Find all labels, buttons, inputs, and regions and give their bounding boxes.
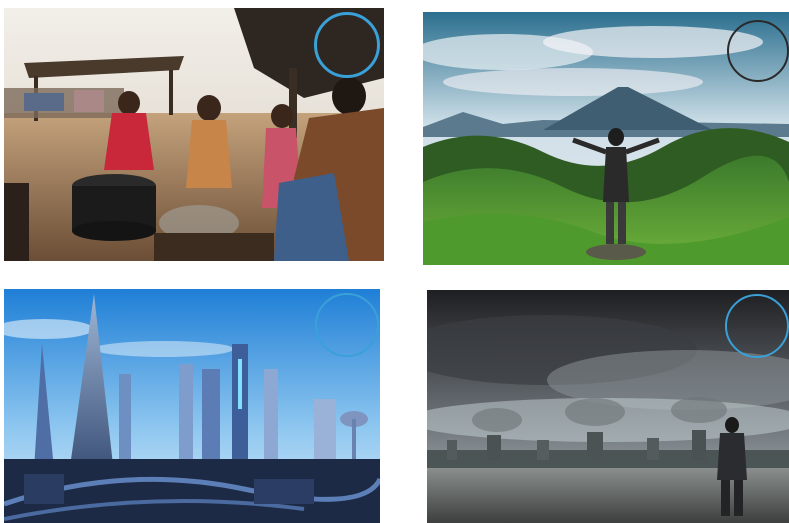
- highlight-circle: [315, 293, 379, 357]
- volcano-landscape-photo: [423, 12, 789, 265]
- village-photo: [4, 8, 384, 261]
- highlight-circle: [727, 20, 789, 82]
- highlight-circle: [725, 294, 789, 358]
- highlight-circle: [314, 12, 380, 78]
- futuristic-city-photo: [4, 289, 380, 523]
- polluted-city-photo: [427, 290, 789, 523]
